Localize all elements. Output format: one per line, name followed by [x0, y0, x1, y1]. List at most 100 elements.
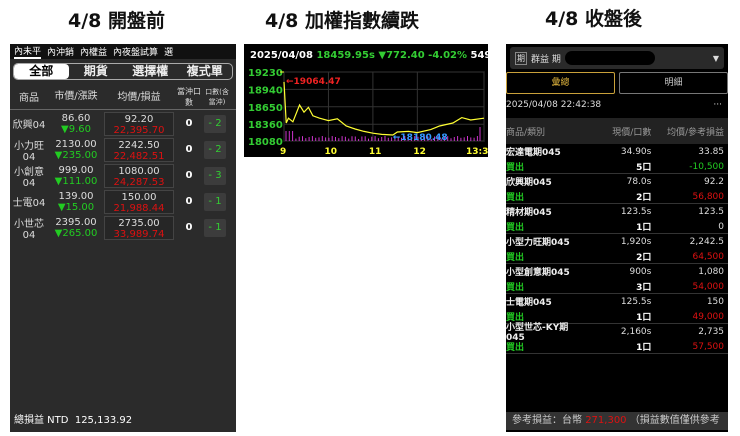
- footer-note: （損益數值僅供參考: [629, 415, 720, 426]
- redacted-mask: [564, 51, 655, 65]
- qty: 2口: [636, 253, 652, 263]
- total-value: 125,133.92: [74, 415, 133, 426]
- daytrade-qty: 0: [185, 170, 193, 181]
- change: ▼265.00: [54, 227, 98, 239]
- qty-button[interactable]: - 1: [204, 218, 226, 237]
- y-tick-label: 18650: [248, 103, 283, 114]
- table-row[interactable]: 欣興04 86.60 ▼9.60 92.20 22,395.70 0 - 2: [10, 111, 236, 136]
- qty-button[interactable]: - 1: [204, 192, 226, 211]
- avg-price: 150: [706, 296, 725, 307]
- product: 欣興期045: [506, 178, 552, 188]
- ref-pnl: 0: [718, 221, 725, 232]
- side: 買出: [506, 343, 525, 353]
- pnl: 22,395.70: [113, 124, 165, 136]
- product: 小型力旺期045: [506, 238, 570, 248]
- product: 士電04: [12, 198, 46, 209]
- price: 78.0s: [626, 176, 652, 187]
- tab-detail[interactable]: 明細: [619, 72, 728, 94]
- avg-price: 33.85: [698, 146, 725, 157]
- y-tick-label: 18360: [248, 120, 283, 131]
- top-tab[interactable]: 選: [164, 45, 173, 58]
- product: 小世芯04: [14, 218, 44, 241]
- product: 欣興04: [12, 120, 46, 131]
- ref-pnl: 54,000: [692, 281, 725, 292]
- table-row[interactable]: 小創意04 999.00 ▼111.00 1080.00 24,287.53 0 -…: [10, 163, 236, 189]
- avg-price: 2,735: [698, 326, 725, 337]
- daytrade-qty: 0: [185, 222, 193, 233]
- tab-summary[interactable]: 彙總: [506, 72, 615, 94]
- table-row[interactable]: 小世芯04 2395.00 ▼265.00 2735.00 33,989.74 0 …: [10, 215, 236, 241]
- table-row[interactable]: 士電04 139.00 ▼15.00 150.00 21,988.44 0 - 1: [10, 189, 236, 214]
- qty-button[interactable]: - 3: [204, 166, 226, 185]
- segment-0[interactable]: 全部: [14, 64, 69, 79]
- col-avg: 均價/參考損益: [666, 127, 725, 138]
- table-row[interactable]: 精材期045 123.5s 123.5 買出 1口 0: [506, 204, 728, 234]
- ref-pnl: 57,500: [692, 341, 725, 352]
- product: 精材期045: [506, 208, 552, 218]
- change: ▼111.00: [54, 175, 98, 187]
- segment-3[interactable]: 複式單: [178, 64, 233, 79]
- footer-label: 參考損益：台幣: [512, 415, 582, 426]
- col-price: 現價/口數: [612, 127, 652, 138]
- price: 2130.00: [55, 138, 97, 150]
- table-row[interactable]: 小型世芯-KY期045 2,160s 2,735 買出 1口 57,500: [506, 323, 728, 354]
- top-tab[interactable]: 內權益: [80, 45, 107, 58]
- col-price: 市價/漲跌: [54, 91, 98, 102]
- ref-pnl: 56,800: [692, 191, 725, 202]
- qty: 1口: [636, 343, 652, 353]
- x-tick-label: 13:30: [466, 147, 488, 157]
- top-tab[interactable]: 內沖銷: [47, 45, 74, 58]
- qty-button[interactable]: - 2: [204, 114, 226, 133]
- title-index: 4/8 加權指數續跌: [265, 10, 419, 32]
- change: ▼9.60: [61, 123, 91, 135]
- avg-price: 2,242.5: [689, 236, 725, 247]
- index-chart-panel: 2025/04/08 18459.95s ▼772.40 -4.02% 5490…: [244, 44, 498, 157]
- x-tick-label: 11: [369, 147, 382, 157]
- col-avg: 均價/損益: [117, 91, 161, 103]
- title-close: 4/8 收盤後: [545, 8, 642, 30]
- avg-price: 1080.00: [118, 165, 160, 177]
- table-row[interactable]: 宏達電期045 34.90s 33.85 買出 5口 -10,500: [506, 144, 728, 174]
- segment-2[interactable]: 選擇權: [123, 64, 178, 79]
- side: 買出: [506, 283, 525, 293]
- title-open: 4/8 開盤前: [68, 10, 165, 32]
- pnl: 33,989.74: [113, 228, 165, 240]
- y-tick-label: 19230: [248, 68, 283, 79]
- x-tick-label: 9: [280, 147, 286, 157]
- side: 買出: [506, 253, 525, 263]
- footer-value: 271,300: [585, 415, 627, 426]
- table-row[interactable]: 小型創意期045 900s 1,080 買出 3口 54,000: [506, 264, 728, 294]
- price: 86.60: [61, 112, 91, 124]
- qty-button[interactable]: - 2: [204, 140, 226, 159]
- price: 900s: [629, 266, 652, 277]
- account-selector[interactable]: 期 群益 期 ▼: [510, 47, 724, 69]
- table-row[interactable]: 小力旺04 2130.00 ▼235.00 2242.50 22,482.51 0 …: [10, 137, 236, 163]
- timestamp: 2025/04/08 22:42:38: [506, 100, 602, 110]
- price: 34.90s: [620, 146, 652, 157]
- qty: 2口: [636, 193, 652, 203]
- top-tab[interactable]: 內夜盤試算: [113, 45, 158, 58]
- table-row[interactable]: 欣興期045 78.0s 92.2 買出 2口 56,800: [506, 174, 728, 204]
- daytrade-qty: 0: [185, 118, 193, 129]
- y-tick-label: 18940: [248, 85, 283, 96]
- ref-pnl: -10,500: [689, 161, 725, 172]
- reference-pnl-footer: 參考損益：台幣 271,300 （損益數值僅供參考: [506, 412, 728, 430]
- top-tab[interactable]: 內未平: [14, 44, 42, 59]
- chart-pct: -4.02%: [428, 50, 468, 61]
- change: ▼235.00: [54, 149, 98, 161]
- col-product: 商品: [19, 93, 39, 104]
- high-label: ←19064.47: [286, 77, 341, 87]
- chart-price: 18459.95s: [316, 50, 375, 61]
- table-row[interactable]: 小型力旺期045 1,920s 2,242.5 買出 2口 64,500: [506, 234, 728, 264]
- chart-date: 2025/04/08: [250, 50, 313, 61]
- col-qty: 口數(含當沖): [205, 87, 229, 106]
- avg-price: 123.5: [698, 206, 725, 217]
- positions-panel-close: 期 群益 期 ▼ 彙總 明細 2025/04/08 22:42:38 ··· 商品…: [506, 44, 728, 432]
- avg-price: 92.2: [703, 176, 725, 187]
- top-tabs: 內未平 內沖銷 內權益 內夜盤試算選: [10, 44, 236, 59]
- col-product: 商品/類別: [506, 127, 546, 138]
- more-icon[interactable]: ···: [713, 100, 722, 118]
- qty: 1口: [636, 223, 652, 233]
- change: ▼15.00: [57, 201, 95, 213]
- segment-1[interactable]: 期貨: [69, 64, 124, 79]
